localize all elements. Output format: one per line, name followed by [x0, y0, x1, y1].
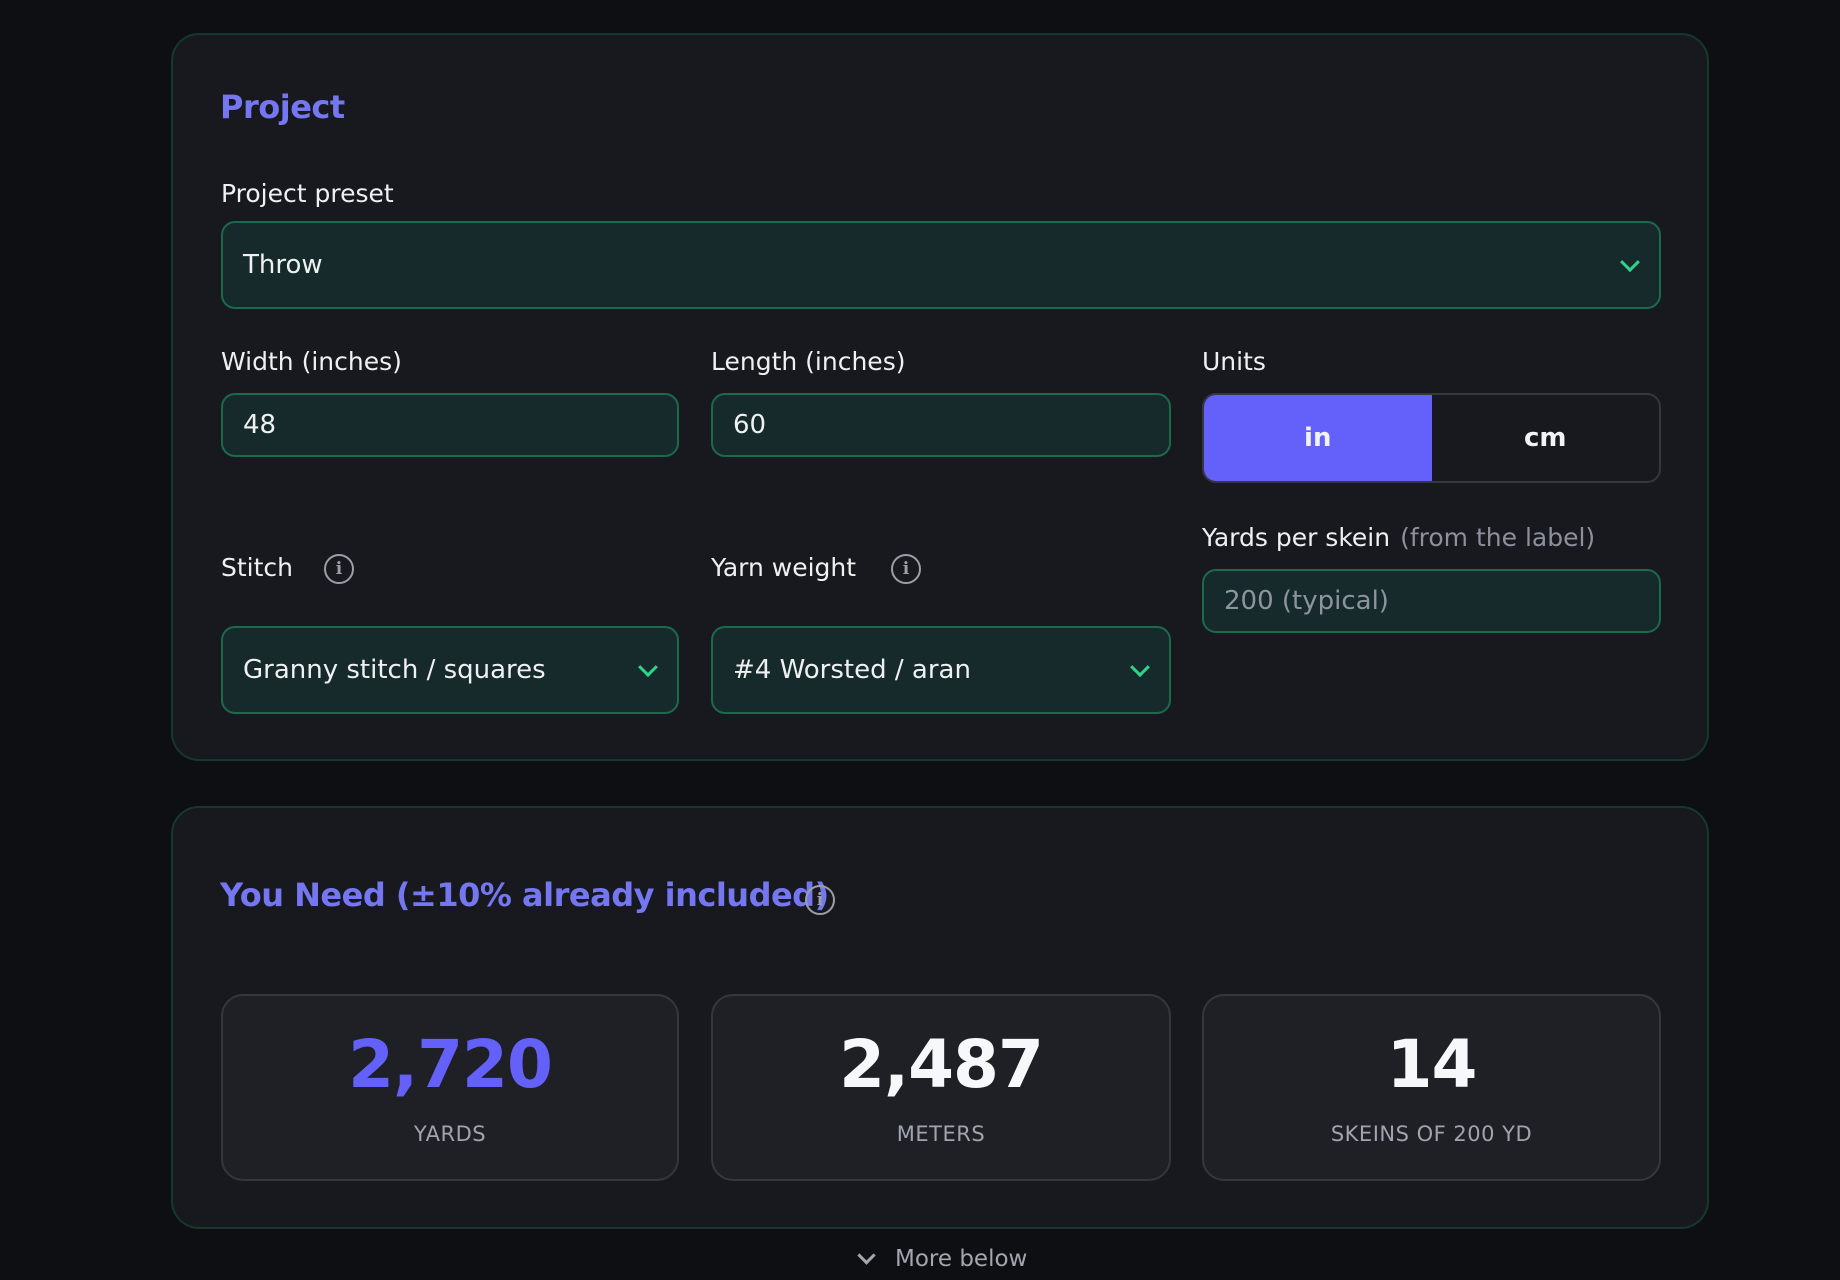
width-label: Width (inches)	[221, 347, 402, 376]
yards-per-skein-label-text: Yards per skein	[1202, 523, 1391, 552]
yards-per-skein-placeholder: 200 (typical)	[1224, 586, 1389, 616]
chevron-down-icon	[638, 657, 658, 678]
info-icon[interactable]: i	[805, 885, 835, 915]
stitch-value: Granny stitch / squares	[243, 655, 546, 685]
more-below-label: More below	[895, 1246, 1028, 1272]
stat-skeins: 14 SKEINS OF 200 YD	[1202, 994, 1661, 1181]
stat-yards-caption: YARDS	[413, 1122, 487, 1146]
info-icon[interactable]: i	[324, 554, 354, 584]
yards-per-skein-label: Yards per skein (from the label)	[1202, 523, 1595, 552]
chevron-down-icon	[1130, 657, 1150, 678]
units-option-cm[interactable]: cm	[1432, 395, 1660, 481]
preset-value: Throw	[243, 250, 323, 280]
stat-skeins-caption: SKEINS OF 200 YD	[1330, 1122, 1533, 1146]
chevron-down-icon	[857, 1245, 876, 1265]
preset-select[interactable]: Throw	[221, 221, 1661, 309]
units-toggle[interactable]: in cm	[1202, 393, 1661, 483]
stat-skeins-value: 14	[1386, 1026, 1478, 1103]
result-title: You Need (±10% already included)	[220, 876, 829, 914]
yarn-weight-value: #4 Worsted / aran	[733, 655, 971, 685]
stat-meters-caption: METERS	[896, 1122, 986, 1146]
project-card: Project Project preset Throw Width (inch…	[171, 33, 1709, 761]
more-below-indicator[interactable]: More below	[857, 1245, 1028, 1272]
units-option-in[interactable]: in	[1204, 395, 1432, 481]
yarn-weight-label: Yarn weight	[711, 553, 857, 582]
result-card: You Need (±10% already included) i 2,720…	[171, 806, 1709, 1229]
stat-meters: 2,487 METERS	[711, 994, 1171, 1181]
stat-yards: 2,720 YARDS	[221, 994, 679, 1181]
preset-label: Project preset	[221, 179, 394, 208]
stitch-select[interactable]: Granny stitch / squares	[221, 626, 679, 714]
project-title: Project	[220, 88, 345, 126]
length-input[interactable]: 60	[711, 393, 1171, 457]
yards-per-skein-input[interactable]: 200 (typical)	[1202, 569, 1661, 633]
width-input[interactable]: 48	[221, 393, 679, 457]
yarn-weight-select[interactable]: #4 Worsted / aran	[711, 626, 1171, 714]
page-content: Project Project preset Throw Width (inch…	[171, 33, 1709, 1229]
width-value: 48	[243, 410, 277, 440]
length-value: 60	[733, 410, 767, 440]
stat-meters-value: 2,487	[839, 1026, 1044, 1103]
stat-yards-value: 2,720	[348, 1026, 553, 1103]
yards-per-skein-hint: (from the label)	[1400, 523, 1596, 552]
length-label: Length (inches)	[711, 347, 906, 376]
stitch-label: Stitch	[221, 553, 294, 582]
info-icon[interactable]: i	[891, 554, 921, 584]
units-label: Units	[1202, 347, 1266, 376]
chevron-down-icon	[1620, 252, 1640, 273]
